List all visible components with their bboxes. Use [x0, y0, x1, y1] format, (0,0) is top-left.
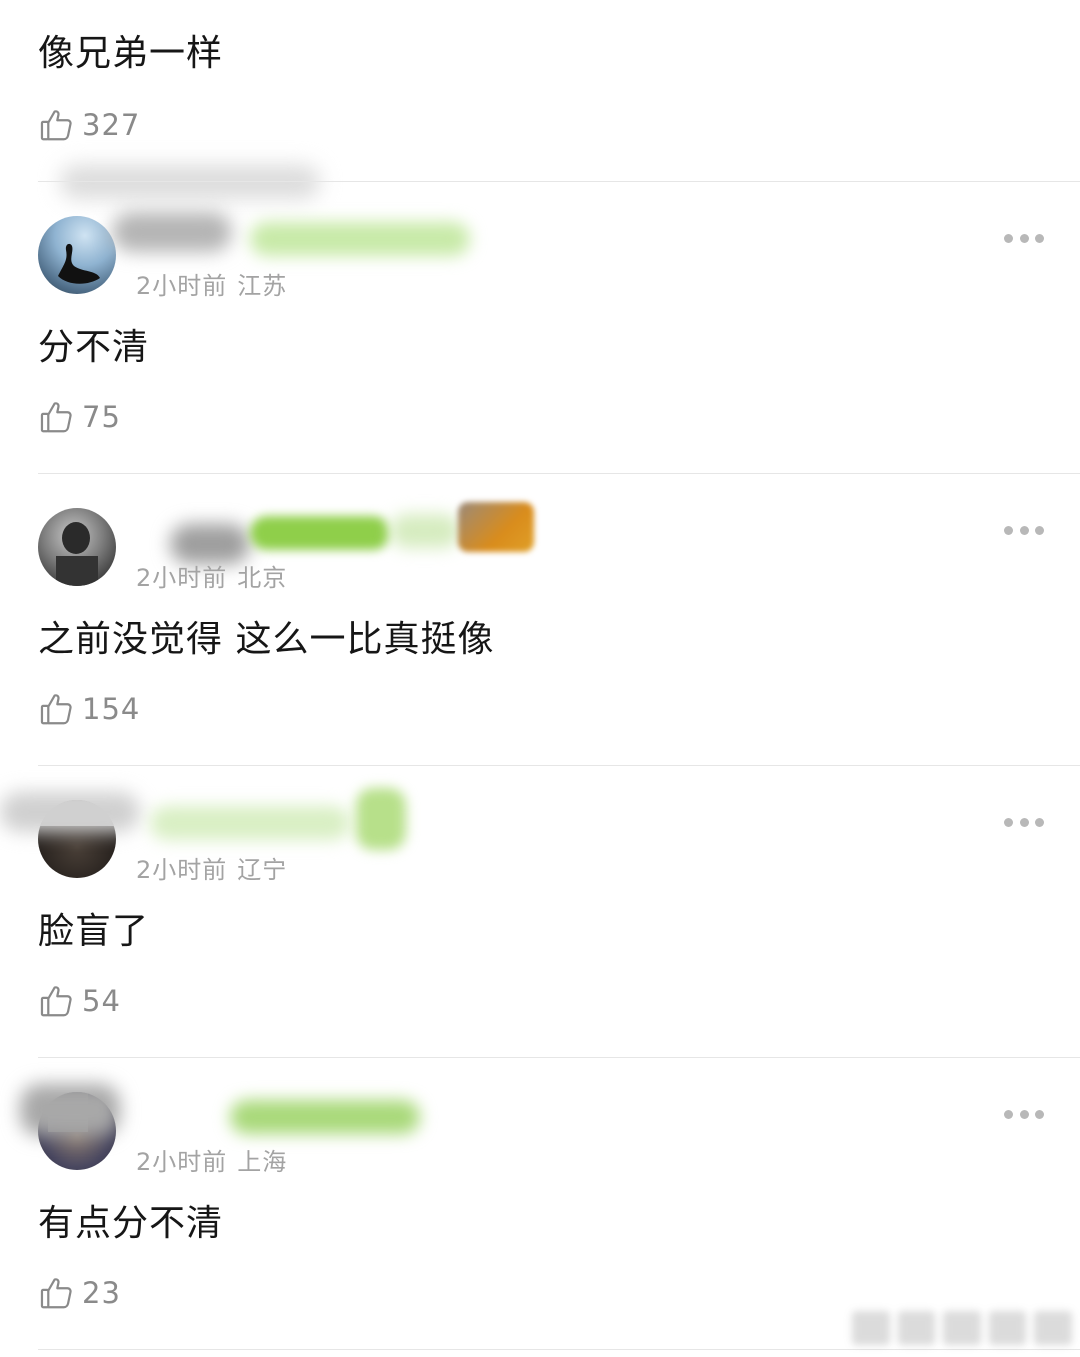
more-options-button[interactable]	[1004, 1108, 1044, 1120]
more-horizontal-icon	[1004, 525, 1013, 535]
comment-text: 分不清	[38, 327, 150, 368]
thumbs-up-icon	[40, 110, 72, 141]
more-horizontal-icon	[1004, 233, 1013, 243]
comment-location: 辽宁	[237, 856, 288, 884]
comment-location: 江苏	[237, 272, 288, 300]
thumbs-up-icon	[40, 694, 72, 725]
more-dot	[1019, 233, 1029, 243]
comment-meta: 2小时前 辽宁	[136, 850, 287, 885]
badge-blurred	[390, 514, 460, 548]
more-dot	[1019, 525, 1029, 535]
comment-text: 有点分不清	[38, 1203, 224, 1244]
more-options-button[interactable]	[1004, 524, 1044, 536]
more-horizontal-icon	[1004, 1109, 1013, 1119]
comment-location: 上海	[237, 1148, 288, 1176]
badge-blurred	[250, 222, 470, 256]
comment-item-2: 2小时前 江苏 分不清 75	[0, 182, 1080, 474]
comment-item-1: 像兄弟一样 327	[0, 0, 1080, 199]
thumbs-up-icon	[40, 1278, 72, 1309]
more-dot	[1035, 525, 1044, 535]
more-options-button[interactable]	[1004, 232, 1044, 244]
badge-blurred	[250, 516, 390, 550]
comment-time: 2小时前	[136, 272, 228, 300]
comment-text: 之前没觉得 这么一比真挺像	[38, 619, 495, 660]
watermark-glyph	[897, 1311, 936, 1345]
watermark-glyph	[1034, 1311, 1072, 1345]
watermark-blurred	[852, 1311, 1072, 1345]
username-blurred	[20, 1084, 120, 1136]
more-dot	[1035, 817, 1044, 827]
comment-time: 2小时前	[136, 856, 228, 884]
comment-text: 脸盲了	[38, 911, 150, 952]
more-dot	[1035, 233, 1044, 243]
more-dot	[1019, 817, 1029, 827]
more-options-button[interactable]	[1004, 816, 1044, 828]
thumbs-up-icon	[40, 402, 72, 433]
badge-blurred	[356, 788, 406, 850]
comment-item-4: 2小时前 辽宁 脸盲了 54	[0, 766, 1080, 1058]
like-button[interactable]: 75	[38, 397, 121, 437]
badge-blurred	[150, 806, 350, 840]
comment-meta: 2小时前 上海	[136, 1142, 287, 1177]
more-horizontal-icon	[1004, 817, 1013, 827]
like-button[interactable]: 23	[38, 1273, 121, 1313]
more-dot	[1035, 1109, 1044, 1119]
like-button[interactable]: 54	[38, 981, 121, 1021]
divider	[38, 1349, 1080, 1350]
watermark-glyph	[943, 1311, 981, 1345]
watermark-glyph	[852, 1311, 890, 1345]
like-count: 75	[82, 400, 121, 434]
comment-meta: 2小时前 北京	[136, 558, 287, 593]
avatar[interactable]	[38, 216, 116, 294]
like-button[interactable]: 327	[38, 105, 140, 145]
thumbs-up-icon	[40, 986, 72, 1017]
username-blurred	[112, 212, 232, 252]
comment-meta: 2小时前 江苏	[136, 266, 287, 301]
comment-location: 北京	[237, 564, 288, 592]
comment-text: 像兄弟一样	[38, 33, 224, 74]
badge-blurred	[230, 1100, 420, 1134]
comment-item-3: 2小时前 北京 之前没觉得 这么一比真挺像 154	[0, 474, 1080, 766]
like-count: 23	[82, 1276, 121, 1310]
watermark-glyph	[988, 1311, 1027, 1345]
like-button[interactable]: 154	[38, 689, 140, 729]
like-count: 154	[82, 692, 141, 726]
avatar[interactable]	[38, 508, 116, 586]
more-dot	[1019, 1109, 1029, 1119]
comment-time: 2小时前	[136, 564, 228, 592]
person-avatar-image	[56, 522, 98, 586]
like-count: 54	[82, 984, 121, 1018]
swan-avatar-image	[58, 243, 100, 284]
comment-time: 2小时前	[136, 1148, 228, 1176]
like-count: 327	[82, 108, 141, 142]
username-blurred	[0, 792, 140, 832]
badge-blurred	[458, 502, 534, 552]
